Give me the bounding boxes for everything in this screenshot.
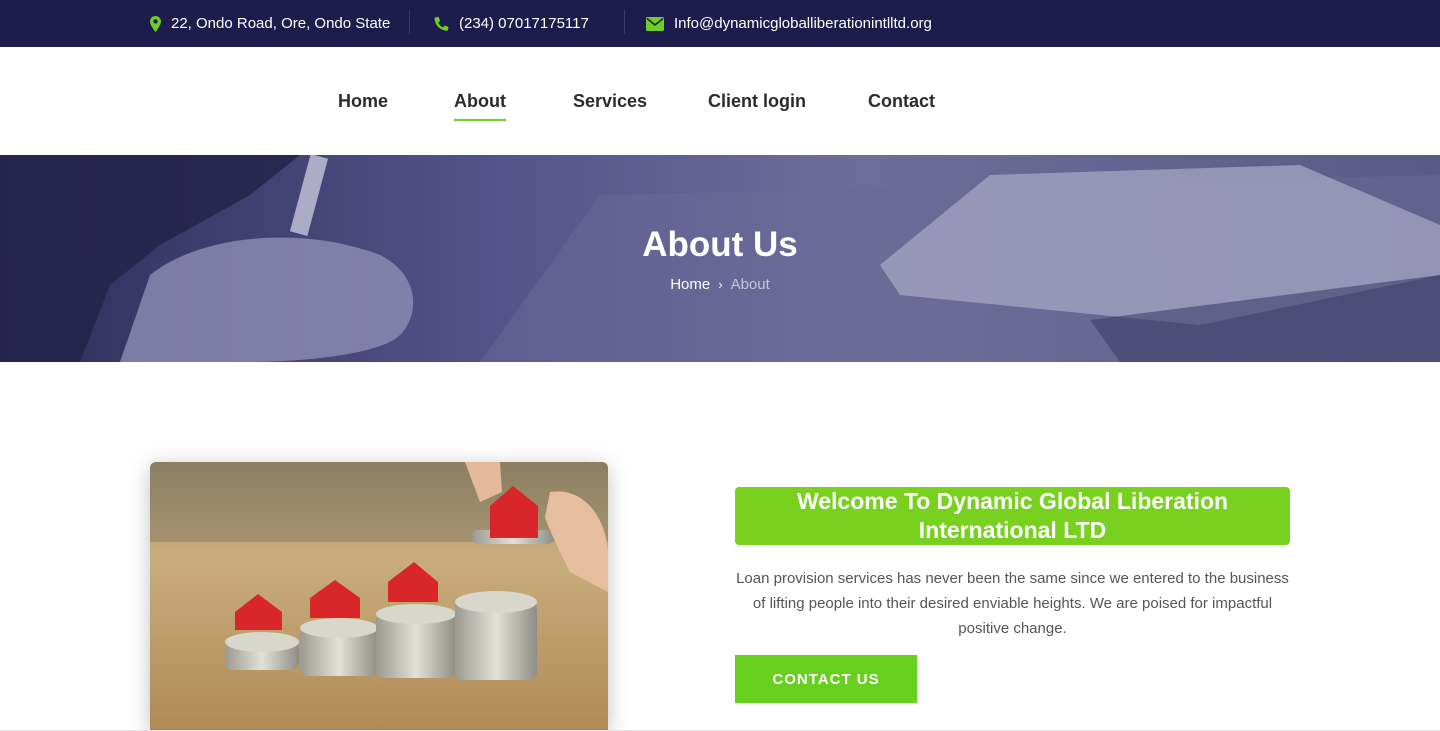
- chevron-right-icon: ›: [718, 277, 723, 292]
- email-item[interactable]: Info@dynamicgloballiberationintlltd.org: [646, 0, 932, 47]
- email-text: Info@dynamicgloballiberationintlltd.org: [674, 15, 932, 32]
- nav-client-login[interactable]: Client login: [708, 47, 806, 155]
- page-banner: About Us Home › About: [0, 155, 1440, 362]
- top-info-bar: 22, Ondo Road, Ore, Ondo State (234) 070…: [0, 0, 1440, 47]
- phone-text: (234) 07017175117: [459, 15, 589, 32]
- phone-icon: [434, 16, 449, 31]
- address-text: 22, Ondo Road, Ore, Ondo State: [171, 15, 391, 32]
- main-nav: Home About Services Client login Contact: [0, 47, 1440, 155]
- divider: [409, 10, 410, 34]
- nav-contact[interactable]: Contact: [868, 47, 935, 155]
- about-description: Loan provision services has never been t…: [736, 570, 1289, 637]
- divider: [624, 10, 625, 34]
- breadcrumb-current: About: [730, 276, 770, 293]
- phone-item[interactable]: (234) 07017175117: [434, 0, 589, 47]
- breadcrumb: Home › About: [0, 276, 1440, 293]
- contact-us-button[interactable]: CONTACT US: [735, 655, 917, 703]
- welcome-heading: Welcome To Dynamic Global Liberation Int…: [735, 487, 1290, 545]
- about-image: [150, 462, 608, 731]
- breadcrumb-home-link[interactable]: Home: [670, 276, 710, 293]
- map-marker-icon: [150, 15, 161, 32]
- envelope-icon: [646, 16, 664, 31]
- nav-services[interactable]: Services: [573, 47, 647, 155]
- nav-home[interactable]: Home: [338, 47, 388, 155]
- page-title: About Us: [642, 225, 798, 264]
- address-item: 22, Ondo Road, Ore, Ondo State: [150, 0, 390, 47]
- nav-about[interactable]: About: [454, 47, 506, 155]
